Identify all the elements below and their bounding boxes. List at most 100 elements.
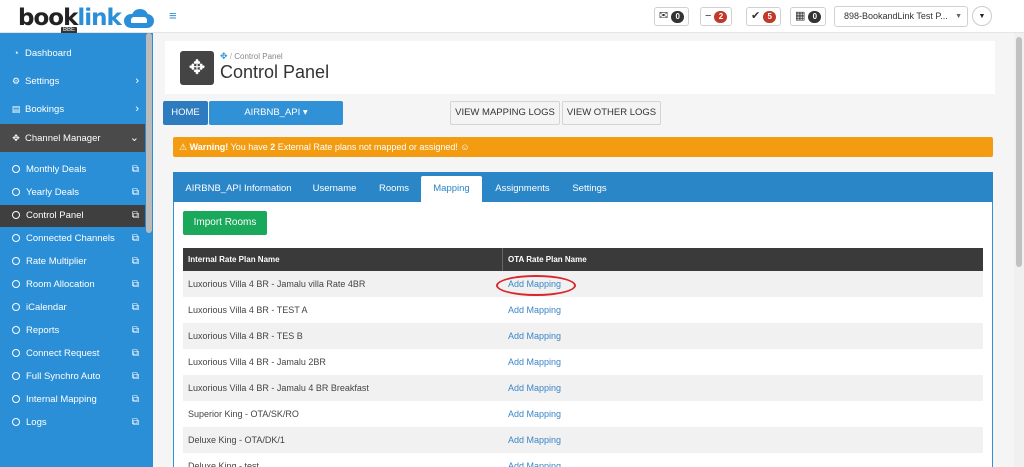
add-mapping-link[interactable]: Add Mapping xyxy=(508,297,561,323)
sidebar-subitem-label: Room Allocation xyxy=(26,279,95,290)
sidebar-item-channel-manager[interactable]: ✥ Channel Manager ⌄ xyxy=(0,124,145,152)
sidebar-scrollbar-thumb[interactable] xyxy=(146,33,152,233)
sidebar-subitem-connect-request[interactable]: Connect Request ⧉ xyxy=(0,343,145,365)
move-icon: ✥ xyxy=(220,51,228,61)
circle-icon xyxy=(12,303,20,311)
external-edit-icon: ⧉ xyxy=(131,187,139,198)
sidebar-item-label: Settings xyxy=(25,76,60,87)
table-row: Deluxe King - OTA/DK/1 Add Mapping xyxy=(183,427,983,453)
sidebar-item-dashboard[interactable]: ◔ Dashboard xyxy=(0,42,145,64)
circle-icon xyxy=(12,349,20,357)
channel-dropdown-button[interactable]: AIRBNB_API ▾ xyxy=(209,101,343,125)
sidebar-item-bookings[interactable]: ▤ Bookings › xyxy=(0,98,145,120)
import-rooms-button[interactable]: Import Rooms xyxy=(183,211,267,235)
tab-mapping[interactable]: Mapping xyxy=(421,176,482,202)
external-edit-icon: ⧉ xyxy=(131,279,139,290)
add-mapping-link[interactable]: Add Mapping xyxy=(508,453,561,467)
sidebar-item-label: Channel Manager xyxy=(25,133,101,144)
rate-plan-name: Superior King - OTA/SK/RO xyxy=(188,409,299,419)
column-header-internal: Internal Rate Plan Name xyxy=(188,255,280,264)
table-row: Deluxe King - test Add Mapping xyxy=(183,453,983,467)
chevron-down-icon: ⌄ xyxy=(129,132,139,144)
add-mapping-link[interactable]: Add Mapping xyxy=(508,323,561,349)
calendar-count-badge: 0 xyxy=(808,10,822,23)
view-mapping-logs-button[interactable]: VIEW MAPPING LOGS xyxy=(450,101,560,125)
bookings-icon: ▤ xyxy=(11,104,21,114)
sidebar-subitem-internal-mapping[interactable]: Internal Mapping ⧉ xyxy=(0,389,145,411)
confirmed-button[interactable]: ✔ 5 xyxy=(746,7,782,26)
rate-plan-name: Luxorious Villa 4 BR - Jamalu 2BR xyxy=(188,357,326,367)
sidebar-subitem-room-allocation[interactable]: Room Allocation ⧉ xyxy=(0,274,145,296)
check-icon: ✔ xyxy=(751,10,761,22)
warning-strong: ⚠ Warning! xyxy=(179,142,229,152)
pending-button[interactable]: − 2 xyxy=(700,7,733,26)
sidebar-subitem-icalendar[interactable]: iCalendar ⧉ xyxy=(0,297,145,319)
sidebar-subitem-label: Control Panel xyxy=(26,210,84,221)
calendar-button[interactable]: ▦ 0 xyxy=(790,7,827,26)
table-row: Luxorious Villa 4 BR - Jamalu villa Rate… xyxy=(183,271,983,297)
sidebar-subitem-yearly-deals[interactable]: Yearly Deals ⧉ xyxy=(0,182,145,204)
external-edit-icon: ⧉ xyxy=(131,233,139,244)
rate-plan-name: Luxorious Villa 4 BR - TEST A xyxy=(188,305,308,315)
sidebar-subitem-label: Reports xyxy=(26,325,60,336)
page-scrollbar[interactable] xyxy=(1014,33,1024,467)
envelope-icon: ✉ xyxy=(659,10,669,22)
hamburger-menu-icon[interactable]: ≡ xyxy=(169,9,181,22)
hotel-select-value: 898-BookandLink Test P... xyxy=(844,11,948,21)
add-mapping-link[interactable]: Add Mapping xyxy=(508,427,561,453)
view-other-logs-button[interactable]: VIEW OTHER LOGS xyxy=(562,101,661,125)
rate-plan-name: Luxorious Villa 4 BR - Jamalu 4 BR Break… xyxy=(188,383,369,393)
add-mapping-link[interactable]: Add Mapping xyxy=(508,401,561,427)
hotel-select[interactable]: 898-BookandLink Test P... ▼ xyxy=(834,6,968,27)
sidebar-subitem-label: Internal Mapping xyxy=(26,394,97,405)
external-edit-icon: ⧉ xyxy=(131,302,139,313)
confirmed-count-badge: 5 xyxy=(763,10,777,23)
home-button[interactable]: HOME xyxy=(163,101,208,125)
sidebar-subitem-logs[interactable]: Logs ⧉ xyxy=(0,412,145,434)
circle-icon xyxy=(12,372,20,380)
rate-plan-name: Luxorious Villa 4 BR - TES B xyxy=(188,331,303,341)
add-mapping-link[interactable]: Add Mapping xyxy=(508,271,561,297)
sidebar-scrollbar[interactable] xyxy=(145,33,153,467)
sidebar-subitem-connected-channels[interactable]: Connected Channels ⧉ xyxy=(0,228,145,250)
tab-settings[interactable]: Settings xyxy=(563,176,616,202)
tab-assignments[interactable]: Assignments xyxy=(485,176,560,202)
page-scrollbar-thumb[interactable] xyxy=(1016,37,1022,267)
sidebar-item-label: Dashboard xyxy=(25,48,72,59)
add-mapping-link[interactable]: Add Mapping xyxy=(508,349,561,375)
sidebar-item-settings[interactable]: ⚙ Settings › xyxy=(0,70,145,92)
tab-airbnb-api-information[interactable]: AIRBNB_API Information xyxy=(178,176,299,202)
sidebar-subitem-label: iCalendar xyxy=(26,302,67,313)
user-menu-button[interactable]: ▼ xyxy=(972,6,992,26)
tab-username[interactable]: Username xyxy=(302,176,367,202)
sidebar-subitem-reports[interactable]: Reports ⧉ xyxy=(0,320,145,342)
table-row: Luxorious Villa 4 BR - TEST A Add Mappin… xyxy=(183,297,983,323)
sidebar-subitem-rate-multiplier[interactable]: Rate Multiplier ⧉ xyxy=(0,251,145,273)
table-row: Luxorious Villa 4 BR - TES B Add Mapping xyxy=(183,323,983,349)
external-edit-icon: ⧉ xyxy=(131,394,139,405)
sidebar-subitem-full-synchro-auto[interactable]: Full Synchro Auto ⧉ xyxy=(0,366,145,388)
messages-button[interactable]: ✉ 0 xyxy=(654,7,690,26)
booklink-logo[interactable]: book link BBE xyxy=(18,4,156,34)
calendar-icon: ▦ xyxy=(795,10,806,22)
circle-icon xyxy=(12,257,20,265)
external-edit-icon: ⧉ xyxy=(131,210,139,221)
sidebar-subitem-control-panel[interactable]: Control Panel ⧉ xyxy=(0,205,145,227)
warning-alert: ⚠ Warning! You have 2 External Rate plan… xyxy=(173,137,993,157)
table-row: Luxorious Villa 4 BR - Jamalu 2BR Add Ma… xyxy=(183,349,983,375)
breadcrumb-item[interactable]: Control Panel xyxy=(234,52,282,61)
cloud-car-icon xyxy=(122,8,156,30)
gear-icon: ⚙ xyxy=(11,76,21,86)
circle-icon xyxy=(12,418,20,426)
pending-count-badge: 2 xyxy=(714,10,728,23)
logo-text-link: link xyxy=(77,5,121,31)
dashboard-icon: ◔ xyxy=(13,48,19,58)
rate-plan-name: Deluxe King - test xyxy=(188,461,260,467)
add-mapping-link[interactable]: Add Mapping xyxy=(508,375,561,401)
sidebar-subitem-label: Connected Channels xyxy=(26,233,115,244)
sidebar-subitem-monthly-deals[interactable]: Monthly Deals ⧉ xyxy=(0,159,145,181)
chevron-down-icon: ▼ xyxy=(955,13,962,20)
table-row: Superior King - OTA/SK/RO Add Mapping xyxy=(183,401,983,427)
tab-rooms[interactable]: Rooms xyxy=(370,176,418,202)
rate-plan-name: Luxorious Villa 4 BR - Jamalu villa Rate… xyxy=(188,279,366,289)
